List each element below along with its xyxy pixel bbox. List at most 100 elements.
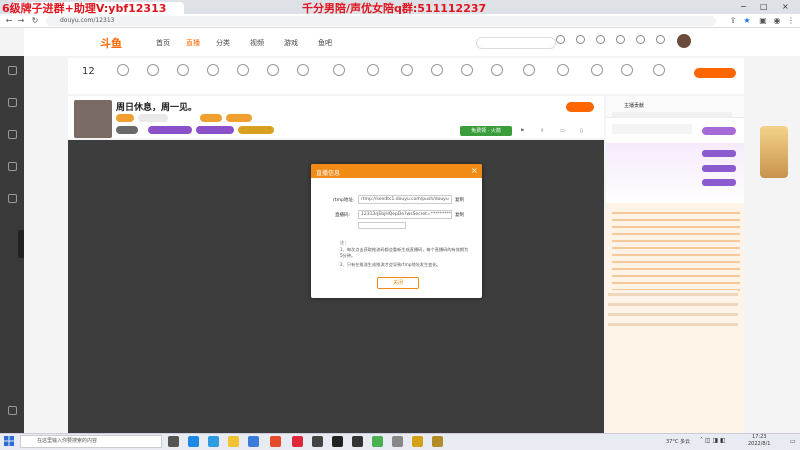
- copy-rtmp-button[interactable]: 复制: [455, 197, 464, 203]
- modal-title: 直播信息: [316, 170, 341, 177]
- tool-2[interactable]: [140, 64, 166, 78]
- profile-icon[interactable]: ◉: [772, 16, 782, 26]
- tab-contribution[interactable]: 主播贡献: [624, 102, 644, 109]
- sidebar-icon: [7, 194, 17, 203]
- note-line-1: 1、每次点击获取推流码都会重新生成直播码，每个直播码的有效期为5分钟。: [340, 247, 469, 258]
- windows-start-icon[interactable]: [4, 436, 14, 446]
- tool-6[interactable]: [260, 64, 286, 78]
- badge-tag: [238, 126, 274, 134]
- tool-14[interactable]: [516, 64, 542, 78]
- header-icon-4[interactable]: [612, 35, 628, 45]
- tool-16[interactable]: [584, 64, 610, 78]
- report-icon[interactable]: ⚑: [520, 128, 524, 134]
- sidebar-item-2[interactable]: [0, 98, 24, 109]
- tool-8[interactable]: [326, 64, 352, 78]
- chrome-icon[interactable]: [372, 436, 383, 447]
- follow-button[interactable]: [566, 102, 594, 112]
- sidebar-item-4[interactable]: [0, 162, 24, 173]
- tool-12[interactable]: [454, 64, 480, 78]
- banner-badge: [702, 150, 736, 157]
- nav-home[interactable]: 首页: [156, 38, 170, 48]
- rtmp-label: rtmp地址:: [333, 198, 355, 203]
- tool-4[interactable]: [200, 64, 226, 78]
- tool-3[interactable]: [170, 64, 196, 78]
- tool-11[interactable]: [424, 64, 450, 78]
- sidebar-item-3[interactable]: [0, 130, 24, 141]
- notification-icon[interactable]: ▭: [790, 438, 796, 445]
- tool-18[interactable]: [646, 64, 672, 78]
- tool-17[interactable]: [614, 64, 640, 78]
- app-dark-icon[interactable]: [312, 436, 323, 447]
- back-icon[interactable]: ←: [4, 16, 14, 26]
- user-avatar[interactable]: [677, 34, 691, 48]
- minimize-icon[interactable]: −: [740, 2, 747, 11]
- clock-date: 2022/8/1: [748, 441, 771, 447]
- tool-7[interactable]: [290, 64, 316, 78]
- stream-code-field[interactable]: 12313rjEbjHQepDe?wsSecret=**********: [358, 210, 452, 219]
- pc-live-button[interactable]: [694, 68, 736, 78]
- share-icon[interactable]: ⇪: [728, 16, 738, 26]
- nav-video[interactable]: 视频: [250, 38, 264, 48]
- app-red-icon[interactable]: [270, 436, 281, 447]
- close-icon[interactable]: ×: [471, 166, 478, 175]
- app-yellow-icon[interactable]: [432, 436, 443, 447]
- header-icon-5[interactable]: [632, 35, 648, 45]
- tool-10[interactable]: [394, 64, 420, 78]
- app-grey-icon[interactable]: [392, 436, 403, 447]
- url-input[interactable]: douyu.com/12313: [46, 16, 716, 26]
- sidebar-item-1[interactable]: [0, 66, 24, 77]
- clock[interactable]: 17:23 2022/8/1: [748, 434, 770, 448]
- gift-float[interactable]: [760, 126, 788, 178]
- nav-yuba[interactable]: 鱼吧: [318, 38, 332, 48]
- store-icon[interactable]: [248, 436, 259, 447]
- qq-icon[interactable]: [332, 436, 343, 447]
- sidebar-item-bottom[interactable]: [0, 406, 24, 417]
- edge-icon[interactable]: [188, 436, 199, 447]
- explorer-icon[interactable]: [228, 436, 239, 447]
- app-gold-icon[interactable]: [412, 436, 423, 447]
- douyu-logo[interactable]: 斗鱼: [100, 35, 122, 51]
- forward-icon[interactable]: →: [16, 16, 26, 26]
- free-rocket-button[interactable]: 免费领 · 火箭: [460, 126, 512, 136]
- taskbar-search-input[interactable]: 在这里输入你要搜索的内容: [20, 435, 162, 448]
- tool-13[interactable]: [484, 64, 510, 78]
- tool-15[interactable]: [550, 64, 576, 78]
- bookmark-star-icon[interactable]: ★: [742, 16, 752, 26]
- phone-icon[interactable]: ▯: [580, 128, 583, 134]
- tray-icons[interactable]: ˄ ◫ ◨ ◧: [700, 437, 726, 444]
- extensions-icon[interactable]: ▣: [758, 16, 768, 26]
- steam-icon[interactable]: [352, 436, 363, 447]
- browser-menu-icon[interactable]: ⋮: [786, 16, 796, 26]
- header-icon-3[interactable]: [592, 35, 608, 45]
- tool-5[interactable]: [230, 64, 256, 78]
- share-room-icon[interactable]: ⇪: [540, 128, 544, 134]
- weather-widget[interactable]: 37°C 多云: [666, 438, 690, 445]
- sidebar-icon: [7, 130, 17, 139]
- maximize-icon[interactable]: □: [760, 2, 768, 11]
- header-icon-2[interactable]: [572, 35, 588, 45]
- rank-button[interactable]: [702, 127, 736, 135]
- copy-code-button[interactable]: 复制: [455, 212, 464, 218]
- tool-9[interactable]: [360, 64, 386, 78]
- modal-close-button[interactable]: 关闭: [377, 277, 419, 289]
- nav-category[interactable]: 分类: [216, 38, 230, 48]
- tool-1[interactable]: [110, 64, 136, 78]
- note-line-2: 2、只有在推流生成推流才会导致rtmp地址发生变化。: [340, 262, 441, 267]
- client-icon[interactable]: ▭: [560, 128, 565, 134]
- rtmp-address-field[interactable]: rtmp://sendtc1.douyu.com/push/douyu: [358, 195, 452, 204]
- nav-game[interactable]: 游戏: [284, 38, 298, 48]
- sidebar-collapse-handle[interactable]: [18, 230, 24, 258]
- header-icon-6[interactable]: [652, 35, 668, 45]
- header-icon-1[interactable]: [552, 35, 568, 45]
- close-window-icon[interactable]: ×: [782, 2, 789, 11]
- reload-icon[interactable]: ↻: [30, 16, 40, 26]
- nav-live[interactable]: 直播: [186, 38, 200, 48]
- anchor-picture[interactable]: [74, 100, 112, 138]
- edge-browser-icon[interactable]: [208, 436, 219, 447]
- sidebar-item-5[interactable]: [0, 194, 24, 205]
- clock-time: 17:23: [752, 434, 767, 440]
- task-view-icon[interactable]: [168, 436, 179, 447]
- netease-music-icon[interactable]: [292, 436, 303, 447]
- search-input[interactable]: [476, 37, 556, 49]
- code-select[interactable]: [358, 222, 406, 229]
